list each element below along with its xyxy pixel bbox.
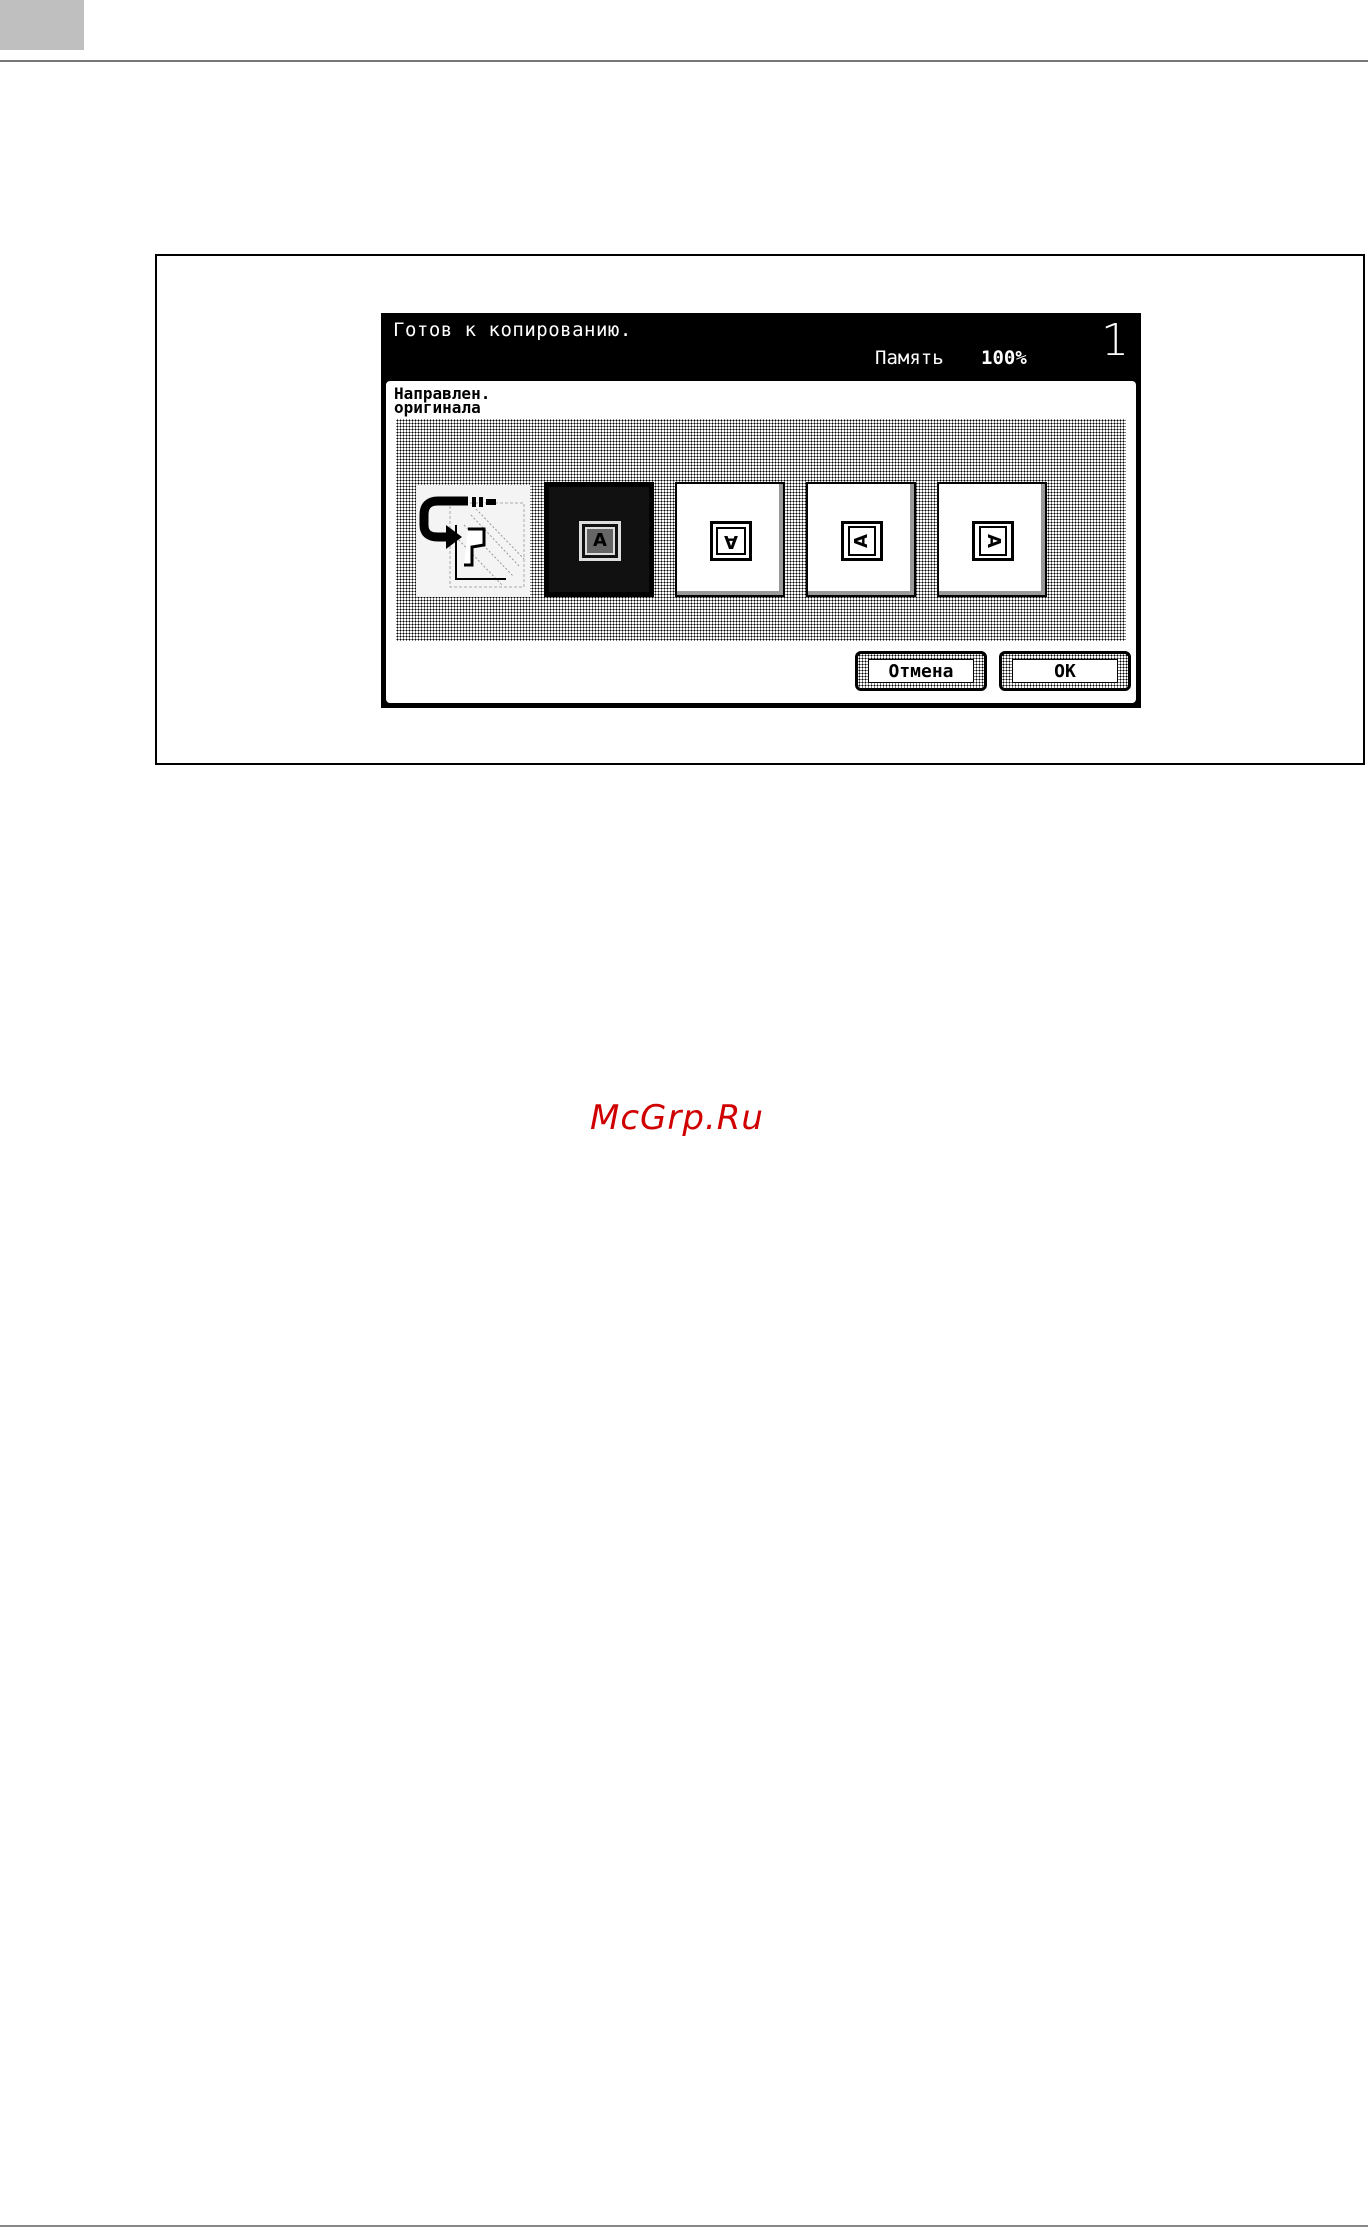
orientation-upright-button[interactable]: A	[544, 482, 654, 597]
options-area: A A A A	[396, 419, 1126, 641]
orientation-rotated-left-icon: A	[841, 521, 883, 561]
orientation-upright-icon: A	[579, 521, 621, 561]
memory-label: Память	[875, 347, 944, 369]
watermark: McGrp.Ru	[590, 1098, 764, 1138]
orientation-rotated-left-button[interactable]: A	[806, 482, 916, 597]
status-message: Готов к копированию.	[393, 319, 632, 341]
footer-rule	[0, 2225, 1368, 2227]
orientation-rotated-right-icon: A	[972, 521, 1014, 561]
original-direction-panel: Направлен. оригинала A A A A Отмена OK	[384, 379, 1138, 705]
page-number: 1	[1101, 315, 1129, 366]
cancel-button-label: Отмена	[868, 659, 974, 683]
ok-button[interactable]: OK	[999, 651, 1131, 691]
original-direction-illustration-icon	[416, 485, 530, 597]
cancel-button[interactable]: Отмена	[855, 651, 987, 691]
panel-title: Направлен. оригинала	[394, 384, 491, 417]
page-corner-tab	[0, 0, 84, 50]
status-bar: Готов к копированию. Память 100% 1	[381, 313, 1141, 378]
memory-value: 100%	[981, 347, 1027, 369]
header-rule	[0, 60, 1368, 62]
orientation-upside-down-icon: A	[710, 521, 752, 561]
copier-screen: Готов к копированию. Память 100% 1 Напра…	[381, 313, 1141, 708]
orientation-rotated-right-button[interactable]: A	[937, 482, 1047, 597]
orientation-upside-down-button[interactable]: A	[675, 482, 785, 597]
ok-button-label: OK	[1012, 659, 1118, 683]
